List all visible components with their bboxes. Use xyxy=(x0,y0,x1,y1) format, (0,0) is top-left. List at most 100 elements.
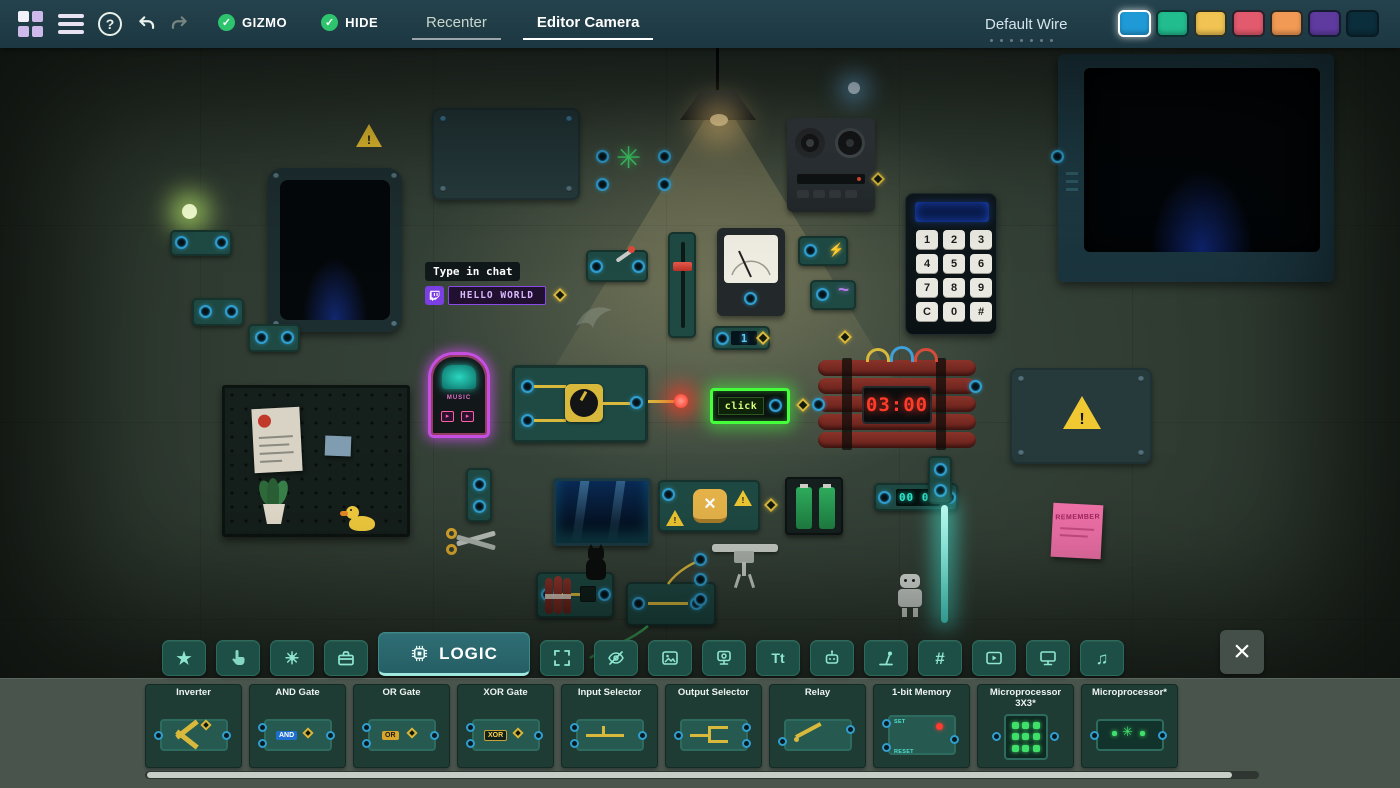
connector-node[interactable] xyxy=(630,396,643,409)
jukebox-button[interactable]: ▸ xyxy=(461,411,474,422)
connector-node[interactable] xyxy=(473,500,486,513)
tab-logic-selected[interactable]: LOGIC xyxy=(378,632,530,676)
connector-node[interactable] xyxy=(658,150,671,163)
undo-button[interactable] xyxy=(136,13,158,38)
claw-mechanism[interactable] xyxy=(712,544,778,594)
connector-node[interactable] xyxy=(596,178,609,191)
palette-item-inverter[interactable]: Inverter xyxy=(145,684,242,768)
connector-node[interactable] xyxy=(662,488,675,501)
connector-node[interactable] xyxy=(521,414,534,427)
connector-node[interactable] xyxy=(878,491,891,504)
neon-tube[interactable] xyxy=(941,505,948,623)
keypad-key[interactable]: 3 xyxy=(970,230,992,249)
keypad-gadget[interactable]: 1 2 3 4 5 6 7 8 9 C 0 # xyxy=(905,193,997,335)
palette-item-input-selector[interactable]: Input Selector xyxy=(561,684,658,768)
palette-scrollbar[interactable] xyxy=(145,771,1259,779)
toy-robot[interactable] xyxy=(896,574,924,618)
tab-hidden[interactable] xyxy=(594,640,638,676)
connector-node[interactable] xyxy=(521,380,534,393)
node-plate[interactable] xyxy=(248,324,300,352)
keypad-key[interactable]: 5 xyxy=(943,254,965,273)
red-led[interactable] xyxy=(674,394,688,408)
keypad-key[interactable]: 4 xyxy=(916,254,938,273)
rubber-duck[interactable] xyxy=(340,506,378,534)
tab-numbers[interactable]: # xyxy=(918,640,962,676)
potted-plant[interactable] xyxy=(256,478,292,532)
sticky-note[interactable]: REMEMBER xyxy=(1050,502,1104,560)
jukebox[interactable]: MUSIC ▸ ▸ xyxy=(428,352,490,438)
palette-item-microprocessor-3x3[interactable]: Microprocessor 3X3* xyxy=(977,684,1074,768)
connector-node[interactable] xyxy=(694,573,707,586)
connector-node[interactable] xyxy=(632,260,645,273)
connector-node[interactable] xyxy=(199,305,212,318)
toggle-switch[interactable] xyxy=(586,246,648,282)
tab-music[interactable]: ♫ xyxy=(1080,640,1124,676)
chat-gadget[interactable]: Type in chat HELLO WORLD xyxy=(425,262,575,310)
palette-item-output-selector[interactable]: Output Selector xyxy=(665,684,762,768)
x-button[interactable]: × xyxy=(693,489,727,523)
connector-node[interactable] xyxy=(816,288,829,301)
palette-item-relay[interactable]: Relay xyxy=(769,684,866,768)
connector-node[interactable] xyxy=(596,150,609,163)
keypad-key[interactable]: # xyxy=(970,302,992,321)
keypad-key[interactable]: 9 xyxy=(970,278,992,297)
connector-node[interactable] xyxy=(658,178,671,191)
wire-color-blue[interactable] xyxy=(1118,10,1151,37)
editor-camera-button[interactable]: Editor Camera xyxy=(522,14,654,40)
wall-panel-right[interactable]: ! xyxy=(1010,368,1152,464)
keypad-key[interactable]: C xyxy=(916,302,938,321)
small-dynamite[interactable] xyxy=(545,576,573,616)
wall-panel-top[interactable] xyxy=(432,108,580,200)
connector-node[interactable] xyxy=(934,484,947,497)
connector-node[interactable] xyxy=(632,597,645,610)
palette-item-microprocessor[interactable]: Microprocessor* ✳ xyxy=(1081,684,1178,768)
battery-pack[interactable] xyxy=(785,477,843,535)
wall-tablet[interactable] xyxy=(268,168,402,332)
connector-node[interactable] xyxy=(812,398,825,411)
connector-node[interactable] xyxy=(215,236,228,249)
slider-handle[interactable] xyxy=(673,262,692,271)
error-module[interactable]: ! × ! xyxy=(658,480,760,532)
close-panel-button[interactable]: × xyxy=(1220,630,1264,674)
keypad-key[interactable]: 6 xyxy=(970,254,992,273)
tab-light[interactable]: ☀ xyxy=(270,640,314,676)
tab-fullscreen[interactable] xyxy=(540,640,584,676)
keypad-key[interactable]: 7 xyxy=(916,278,938,297)
yellow-connector[interactable] xyxy=(552,287,568,303)
wire-color-red[interactable] xyxy=(1232,10,1265,37)
tab-favorites[interactable]: ★ xyxy=(162,640,206,676)
connector-node[interactable] xyxy=(694,593,707,606)
connector-node[interactable] xyxy=(590,260,603,273)
tab-tools[interactable] xyxy=(324,640,368,676)
scene-canvas[interactable]: ! 1 2 3 4 5 6 7 8 9 C 0 # 1 Type in chat… xyxy=(0,48,1400,678)
pegboard[interactable] xyxy=(222,385,410,537)
palette-item-xor-gate[interactable]: XOR Gate XOR xyxy=(457,684,554,768)
connector-node[interactable] xyxy=(225,305,238,318)
wire-color-yellow[interactable] xyxy=(1194,10,1227,37)
node-plate[interactable] xyxy=(928,456,952,504)
node-plate[interactable] xyxy=(466,468,492,522)
yellow-connector[interactable] xyxy=(755,330,771,346)
wall-monitor[interactable] xyxy=(1051,54,1334,282)
analog-meter[interactable] xyxy=(717,228,785,316)
connector-node[interactable] xyxy=(473,478,486,491)
keypad-key[interactable]: 8 xyxy=(943,278,965,297)
yellow-connector[interactable] xyxy=(837,329,853,345)
tab-text[interactable]: Tt xyxy=(756,640,800,676)
wire-color-green[interactable] xyxy=(1156,10,1189,37)
scrollbar-thumb[interactable] xyxy=(147,772,1232,778)
keypad-key[interactable]: 2 xyxy=(943,230,965,249)
connector-node[interactable] xyxy=(255,331,268,344)
layout-grid-button[interactable] xyxy=(18,11,44,37)
scissors[interactable] xyxy=(446,522,502,560)
yellow-connector[interactable] xyxy=(870,171,886,187)
redo-button[interactable] xyxy=(168,13,190,38)
aquarium-display[interactable] xyxy=(553,478,651,546)
recenter-button[interactable]: Recenter xyxy=(412,14,501,40)
tab-images[interactable] xyxy=(648,640,692,676)
gizmo-toggle[interactable]: ✓ GIZMO xyxy=(218,14,287,31)
tab-robot[interactable] xyxy=(810,640,854,676)
wire-color-purple[interactable] xyxy=(1308,10,1341,37)
node-plate[interactable] xyxy=(192,298,244,326)
palette-item-or-gate[interactable]: OR Gate OR xyxy=(353,684,450,768)
